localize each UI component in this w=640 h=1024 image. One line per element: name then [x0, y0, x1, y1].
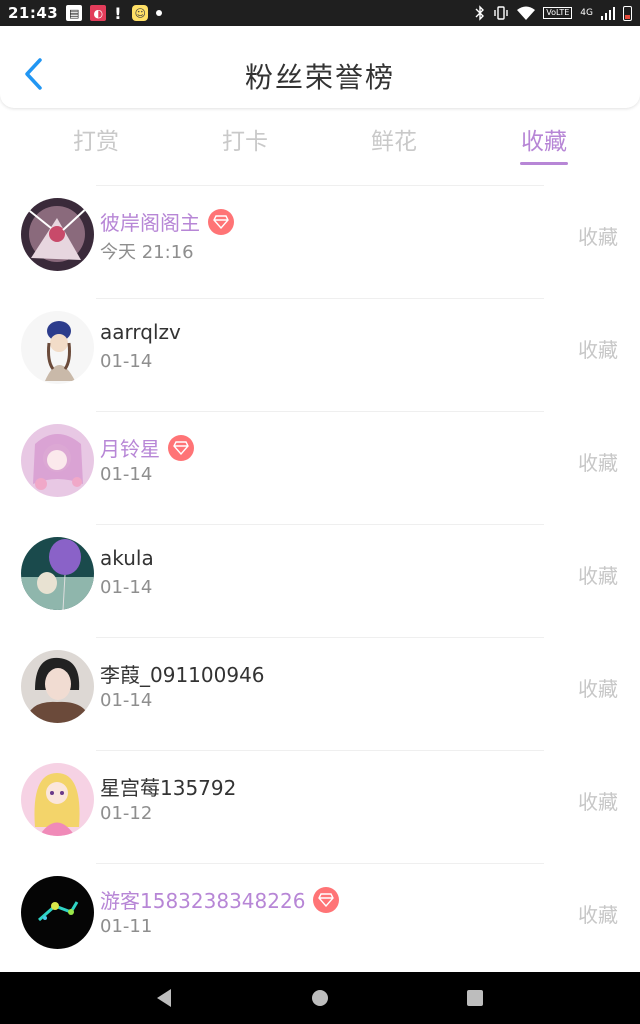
news-icon: ▤ [66, 5, 83, 21]
fan-date: 01-12 [100, 803, 153, 824]
wifi-icon [517, 6, 536, 20]
chat-icon: ☺ [132, 5, 149, 21]
diamond-icon [208, 208, 234, 235]
tab-bar: 打赏 打卡 鲜花 收藏 [0, 108, 640, 170]
favorite-action[interactable]: 收藏 [578, 673, 618, 702]
page-title: 粉丝荣誉榜 [244, 61, 395, 94]
tab-flowers[interactable]: 鲜花 [334, 122, 454, 156]
avatar[interactable] [21, 537, 94, 610]
list-item[interactable]: 游客1583238348226 01-11 收藏 [0, 863, 640, 976]
divider [96, 863, 544, 864]
network-type: 4G [580, 8, 593, 18]
signal-icon [601, 7, 615, 20]
battery-icon [623, 5, 632, 21]
favorite-action[interactable]: 收藏 [578, 221, 618, 250]
vibrate-icon [494, 6, 508, 20]
divider [96, 185, 544, 186]
dot-icon [156, 10, 163, 16]
list-item[interactable]: 李葭_091100946 01-14 收藏 [0, 637, 640, 750]
fan-date: 01-14 [100, 690, 153, 711]
favorite-action[interactable]: 收藏 [578, 786, 618, 815]
avatar[interactable] [21, 763, 94, 836]
tab-favorites[interactable]: 收藏 [484, 122, 604, 156]
list-item[interactable]: 彼岸阁阁主 今天 21:16 收藏 [0, 185, 640, 298]
avatar[interactable] [21, 424, 94, 497]
fan-date: 01-14 [100, 351, 153, 372]
divider [96, 524, 544, 525]
fan-name: 星宫莓135792 [100, 776, 237, 800]
fan-name: 月铃星 [100, 437, 160, 461]
recents-square-icon[interactable] [463, 986, 487, 1010]
active-tab-indicator [520, 162, 568, 165]
diamond-icon [313, 886, 340, 913]
divider [96, 298, 544, 299]
fan-date: 01-11 [100, 916, 153, 937]
favorite-action[interactable]: 收藏 [578, 899, 618, 928]
favorite-action[interactable]: 收藏 [578, 447, 618, 476]
avatar[interactable] [21, 198, 94, 271]
list-item[interactable]: 月铃星 01-14 收藏 [0, 411, 640, 524]
status-bar: 21:43 ▤ ◐ ! ☺ VoLTE 4G [0, 0, 640, 26]
divider [96, 637, 544, 638]
avatar[interactable] [21, 876, 94, 949]
diamond-icon [168, 434, 194, 461]
app-notification-icon: ◐ [90, 5, 107, 21]
divider [96, 411, 544, 412]
system-nav-bar [0, 972, 640, 1024]
fan-name: akula [100, 546, 154, 570]
back-triangle-icon[interactable] [152, 986, 176, 1010]
home-circle-icon[interactable] [308, 986, 332, 1010]
fan-date: 01-14 [100, 577, 153, 598]
list-item[interactable]: akula 01-14 收藏 [0, 524, 640, 637]
header-bar: 粉丝荣誉榜 [0, 26, 640, 108]
tab-checkin[interactable]: 打卡 [185, 122, 305, 156]
list-item[interactable]: 星宫莓135792 01-12 收藏 [0, 750, 640, 863]
fan-name: 游客1583238348226 [100, 889, 306, 913]
favorite-action[interactable]: 收藏 [578, 334, 618, 363]
fan-date: 01-14 [100, 464, 153, 485]
fan-date: 今天 21:16 [100, 242, 194, 263]
tab-reward[interactable]: 打赏 [36, 122, 156, 156]
fan-name: 彼岸阁阁主 [100, 211, 200, 235]
avatar[interactable] [21, 311, 94, 384]
list-item[interactable]: aarrqlzv 01-14 收藏 [0, 298, 640, 411]
favorite-action[interactable]: 收藏 [578, 560, 618, 589]
fan-list: 彼岸阁阁主 今天 21:16 收藏 aarrqlzv 01-14 收藏 月铃星 … [0, 185, 640, 976]
fan-name: aarrqlzv [100, 320, 181, 344]
volte-icon: VoLTE [543, 7, 573, 19]
fan-name: 李葭_091100946 [100, 663, 265, 687]
status-time: 21:43 [8, 4, 59, 22]
alert-icon: ! [114, 3, 122, 23]
bluetooth-icon [475, 5, 485, 21]
divider [96, 750, 544, 751]
avatar[interactable] [21, 650, 94, 723]
